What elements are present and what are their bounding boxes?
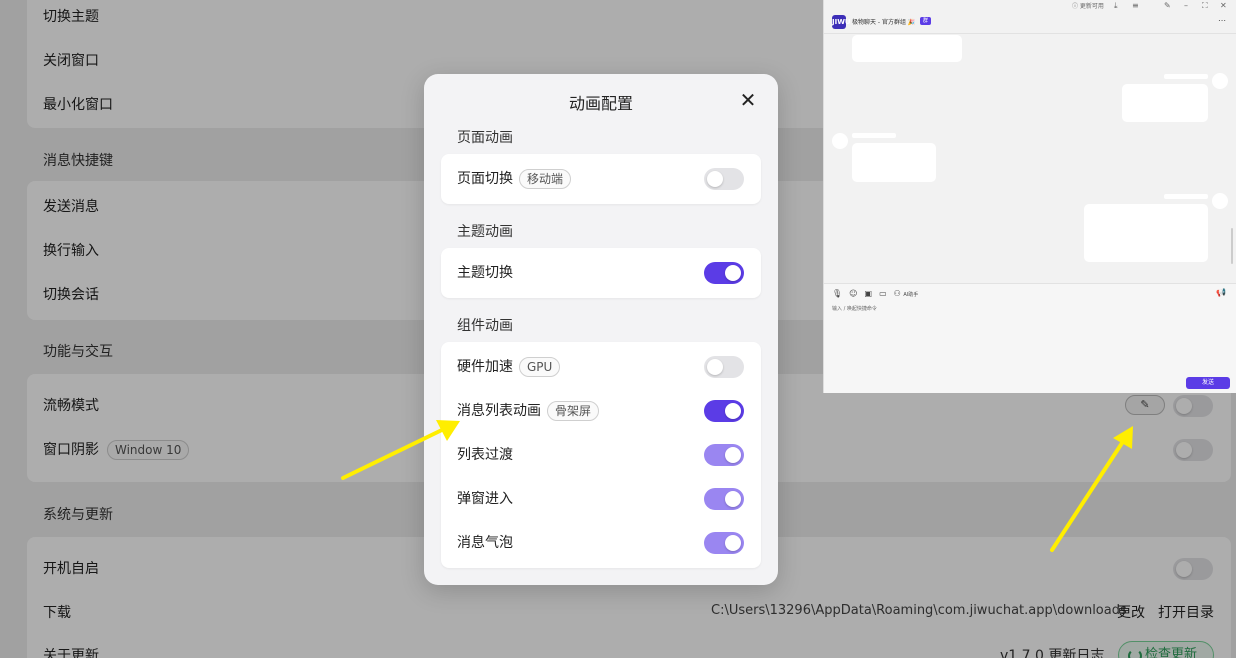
annotation-arrows	[341, 420, 1133, 552]
arrow-to-msg-list	[341, 420, 460, 480]
arrow-to-edit-button	[1050, 426, 1133, 552]
